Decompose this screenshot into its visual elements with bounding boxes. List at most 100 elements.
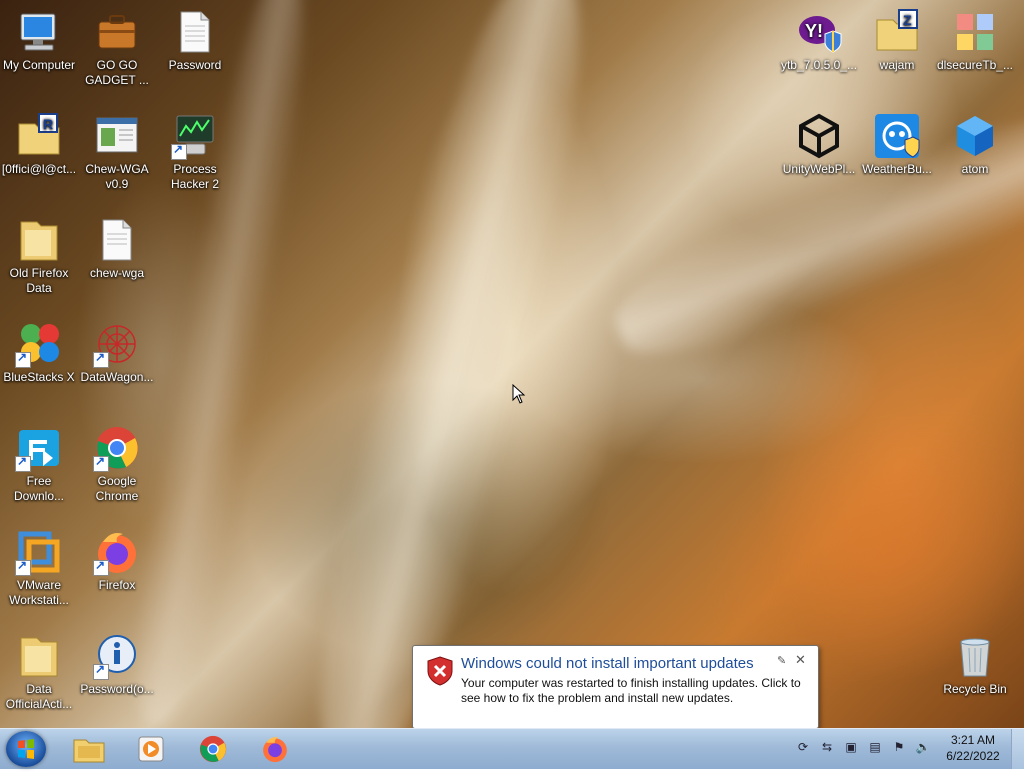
icon-label: Firefox bbox=[98, 578, 136, 592]
icon-label: Password(o... bbox=[80, 682, 154, 696]
icon-label: GO GO GADGET ... bbox=[85, 58, 149, 87]
shortcut-arrow-icon bbox=[93, 454, 109, 472]
desktop-icon-chew-wga-app[interactable]: Chew-WGA v0.9 bbox=[78, 112, 156, 192]
desktop: My Computer GO GO GADGET ... Password R … bbox=[0, 0, 1024, 728]
balloon-title[interactable]: Windows could not install important upda… bbox=[461, 655, 754, 672]
clock-date: 6/22/2022 bbox=[946, 749, 1000, 763]
puzzle-icon bbox=[951, 8, 999, 56]
desktop-icon-google-chrome[interactable]: Google Chrome bbox=[78, 424, 156, 504]
info-icon bbox=[93, 632, 141, 680]
shortcut-arrow-icon bbox=[15, 350, 31, 368]
svg-text:Z: Z bbox=[903, 12, 912, 28]
datawagon-icon bbox=[93, 320, 141, 368]
folder-z-icon: Z bbox=[873, 8, 921, 56]
system-tray: ⟳ ⇆ ▣ ▤ ⚑ 🔈 bbox=[795, 739, 931, 755]
desktop-icon-ytb[interactable]: Y! ytb_7.0.5.0_... bbox=[780, 8, 858, 73]
taskbar-file-explorer[interactable] bbox=[62, 731, 116, 767]
recycle-bin-icon bbox=[951, 632, 999, 680]
shortcut-arrow-icon bbox=[171, 142, 187, 160]
media-player-icon bbox=[138, 736, 164, 762]
desktop-icon-process-hacker[interactable]: Process Hacker 2 bbox=[156, 112, 234, 192]
process-hacker-icon bbox=[171, 112, 219, 160]
desktop-icon-officialact[interactable]: R [0ffici@l@ct... bbox=[0, 112, 78, 177]
icon-label: UnityWebPl... bbox=[782, 162, 856, 176]
desktop-icon-weatherbug[interactable]: WeatherBu... bbox=[858, 112, 936, 177]
desktop-icon-my-computer[interactable]: My Computer bbox=[0, 8, 78, 73]
bluestacks-icon bbox=[15, 320, 63, 368]
icon-label: WeatherBu... bbox=[862, 162, 932, 176]
yahoo-icon: Y! bbox=[795, 8, 843, 56]
desktop-icon-vmware[interactable]: VMware Workstati... bbox=[0, 528, 78, 608]
icon-label: Recycle Bin bbox=[943, 682, 1007, 696]
shortcut-arrow-icon bbox=[15, 454, 31, 472]
shortcut-arrow-icon bbox=[93, 662, 109, 680]
show-desktop-button[interactable] bbox=[1011, 729, 1024, 769]
atom-icon bbox=[951, 112, 999, 160]
icon-label: Chew-WGA v0.9 bbox=[85, 162, 149, 191]
icon-label: VMware Workstati... bbox=[9, 578, 69, 607]
firefox-icon bbox=[263, 737, 287, 763]
icon-label: wajam bbox=[879, 58, 915, 72]
display-icon[interactable]: ▣ bbox=[843, 739, 859, 755]
svg-text:Y!: Y! bbox=[805, 21, 823, 41]
desktop-icon-free-download[interactable]: Free Downlo... bbox=[0, 424, 78, 504]
shortcut-arrow-icon bbox=[15, 558, 31, 576]
icon-label: DataWagon... bbox=[80, 370, 154, 384]
desktop-icon-go-go-gadget[interactable]: GO GO GADGET ... bbox=[78, 8, 156, 88]
icon-label: dlsecureTb_... bbox=[936, 58, 1014, 72]
icon-label: Process Hacker 2 bbox=[170, 162, 220, 191]
shortcut-arrow-icon bbox=[93, 558, 109, 576]
shortcut-arrow-icon bbox=[93, 350, 109, 368]
briefcase-icon bbox=[93, 8, 141, 56]
text-file-icon bbox=[93, 216, 141, 264]
balloon-close-button[interactable]: ✕ bbox=[795, 652, 806, 668]
vmware-icon bbox=[15, 528, 63, 576]
icon-label: BlueStacks X bbox=[3, 370, 75, 384]
desktop-icon-chew-wga[interactable]: chew-wga bbox=[78, 216, 156, 281]
volume-icon[interactable]: 🔈 bbox=[915, 739, 931, 755]
icon-label: Google Chrome bbox=[95, 474, 139, 503]
flag-icon[interactable]: ⚑ bbox=[891, 739, 907, 755]
desktop-icon-password-o[interactable]: Password(o... bbox=[78, 632, 156, 697]
taskbar-chrome[interactable] bbox=[186, 731, 240, 767]
desktop-icon-recycle-bin[interactable]: Recycle Bin bbox=[936, 632, 1014, 697]
icon-label: Free Downlo... bbox=[13, 474, 65, 503]
desktop-icon-data-officialact[interactable]: Data OfficialActi... bbox=[0, 632, 78, 712]
clock[interactable]: 3:21 AM 6/22/2022 bbox=[940, 732, 1006, 764]
folder-r-icon: R bbox=[15, 112, 63, 160]
action-center-icon[interactable]: ▤ bbox=[867, 739, 883, 755]
icon-label: My Computer bbox=[2, 58, 76, 72]
desktop-icon-datawagon[interactable]: DataWagon... bbox=[78, 320, 156, 385]
chrome-icon bbox=[199, 735, 227, 763]
taskbar-media-player[interactable] bbox=[124, 731, 178, 767]
icon-label: Password bbox=[168, 58, 222, 72]
icon-label: [0ffici@l@ct... bbox=[1, 162, 77, 176]
pin-icon[interactable]: ✎ bbox=[777, 654, 786, 667]
desktop-icon-password[interactable]: Password bbox=[156, 8, 234, 73]
desktop-icon-wajam[interactable]: Z wajam bbox=[858, 8, 936, 73]
desktop-icon-bluestacks[interactable]: BlueStacks X bbox=[0, 320, 78, 385]
computer-icon bbox=[15, 8, 63, 56]
icon-label: Data OfficialActi... bbox=[5, 682, 73, 711]
chrome-icon bbox=[93, 424, 141, 472]
update-notification-balloon[interactable]: Windows could not install important upda… bbox=[412, 645, 819, 741]
taskbar-firefox[interactable] bbox=[248, 731, 302, 767]
error-shield-icon bbox=[427, 656, 453, 691]
taskbar: ⟳ ⇆ ▣ ▤ ⚑ 🔈 bbox=[0, 728, 1024, 769]
firefox-icon bbox=[93, 528, 141, 576]
desktop-icon-dlsecuretb[interactable]: dlsecureTb_... bbox=[936, 8, 1014, 73]
start-button[interactable] bbox=[6, 731, 46, 767]
desktop-icon-atom[interactable]: atom bbox=[936, 112, 1014, 177]
desktop-icon-unitywebplayer[interactable]: UnityWebPl... bbox=[780, 112, 858, 177]
file-explorer-icon bbox=[73, 739, 105, 763]
desktop-icon-firefox[interactable]: Firefox bbox=[78, 528, 156, 593]
folder-icon bbox=[15, 216, 63, 264]
icon-label: chew-wga bbox=[89, 266, 145, 280]
icon-label: Old Firefox Data bbox=[9, 266, 69, 295]
windows-update-icon[interactable]: ⟳ bbox=[795, 739, 811, 755]
desktop-icon-old-firefox-data[interactable]: Old Firefox Data bbox=[0, 216, 78, 296]
network-icon[interactable]: ⇆ bbox=[819, 739, 835, 755]
balloon-message[interactable]: Your computer was restarted to finish in… bbox=[461, 676, 811, 706]
text-file-icon bbox=[171, 8, 219, 56]
mouse-cursor-icon bbox=[512, 383, 526, 409]
